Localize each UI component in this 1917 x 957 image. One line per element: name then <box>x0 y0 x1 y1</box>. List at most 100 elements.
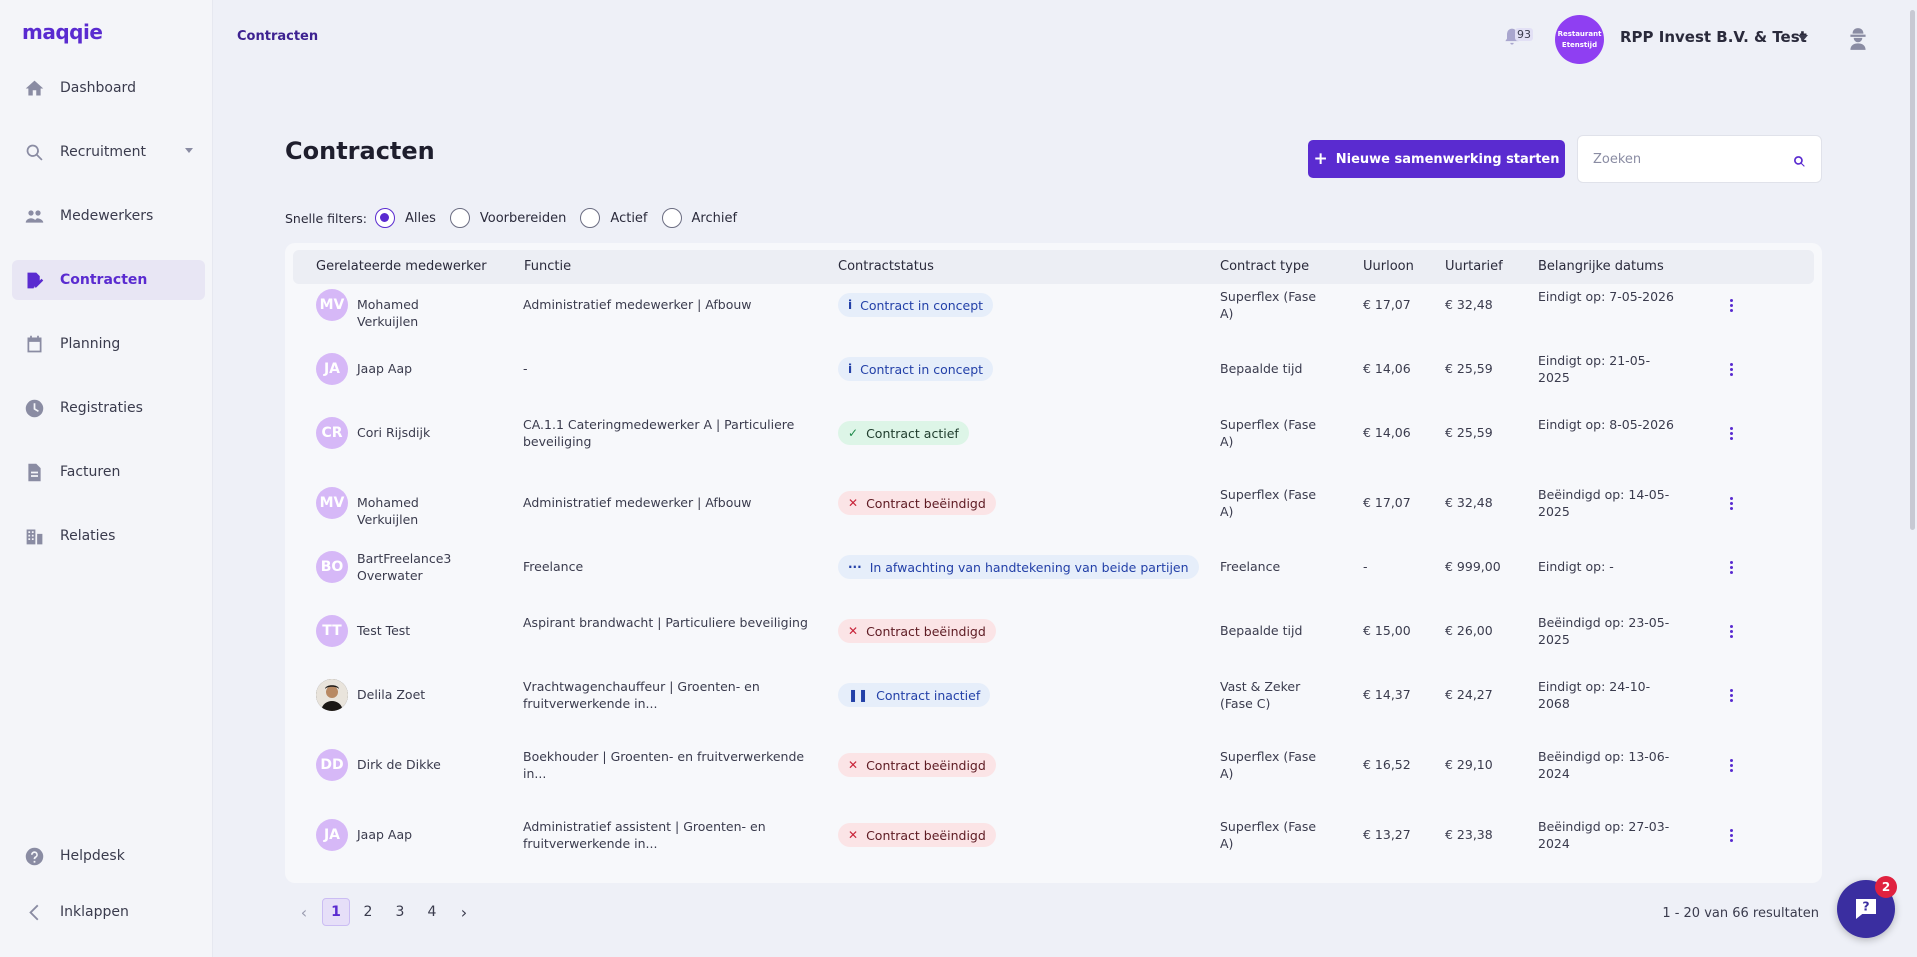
status-wait-icon: ··· <box>848 560 862 574</box>
chevron-left-icon <box>22 900 46 924</box>
hourly-rate-cell: € 23,38 <box>1445 827 1493 842</box>
hourly-wage-cell: € 17,07 <box>1363 297 1411 312</box>
filter-voorbereiden-radio[interactable]: Voorbereiden <box>449 208 567 228</box>
status-label: Contract actief <box>866 425 959 441</box>
status-label: Contract beëindigd <box>866 757 986 773</box>
avatar: JA <box>316 819 348 851</box>
filter-archief-radio[interactable]: Archief <box>661 208 737 228</box>
sidebar-item-helpdesk[interactable]: Helpdesk <box>12 836 205 876</box>
employee-name[interactable]: Jaap Aap <box>357 360 467 377</box>
dates-cell: Beëindigd op: 27-03-2024 <box>1538 819 1670 851</box>
row-menu-icon[interactable] <box>1725 296 1737 314</box>
sidebar-item-relaties[interactable]: Relaties <box>12 516 205 556</box>
employee-name[interactable]: Test Test <box>357 622 467 639</box>
hourly-wage-cell: € 15,00 <box>1363 623 1411 638</box>
pagination: ‹ 1 2 3 4 › <box>290 898 482 926</box>
sidebar-item-medewerkers[interactable]: Medewerkers <box>12 196 205 236</box>
search-icon <box>22 140 46 164</box>
employee-name[interactable]: Cori Rijsdijk <box>357 424 467 441</box>
employee-name[interactable]: Jaap Aap <box>357 826 467 843</box>
status-badge: ✕ Contract beëindigd <box>838 753 996 777</box>
row-menu-icon[interactable] <box>1725 558 1737 576</box>
sidebar-item-planning[interactable]: Planning <box>12 324 205 364</box>
table-row[interactable]: CR Cori Rijsdijk CA.1.1 Cateringmedewerker… <box>285 401 1822 465</box>
employee-name[interactable]: Mohamed Verkuijlen <box>357 296 467 330</box>
table-row[interactable]: BO BartFreelance3 Overwater Freelance ··· In… <box>285 535 1822 599</box>
org-avatar[interactable]: Restaurant Etenstijd <box>1555 15 1604 64</box>
avatar: MV <box>316 487 348 519</box>
column-header-status[interactable]: Contractstatus <box>838 259 934 274</box>
filter-label: Voorbereiden <box>479 210 567 226</box>
row-menu-icon[interactable] <box>1725 424 1737 442</box>
row-menu-icon[interactable] <box>1725 756 1737 774</box>
sidebar-item-registraties[interactable]: Registraties <box>12 388 205 428</box>
employee-name[interactable]: BartFreelance3 Overwater <box>357 550 467 584</box>
column-header-dates[interactable]: Belangrijke datums <box>1538 259 1664 274</box>
row-menu-icon[interactable] <box>1725 686 1737 704</box>
logo[interactable]: maqqie <box>22 20 103 44</box>
column-header-hourly-rate[interactable]: Uurtarief <box>1445 259 1503 274</box>
sidebar-item-contracten[interactable]: Contracten <box>12 260 205 300</box>
table-row[interactable]: JA Jaap Aap - i Contract in concept Bepaalde … <box>285 337 1822 401</box>
status-badge: ✓ Contract actief <box>838 421 969 445</box>
employee-name[interactable]: Mohamed Verkuijlen <box>357 494 467 528</box>
hourly-wage-cell: € 16,52 <box>1363 757 1411 772</box>
sidebar-item-label: Planning <box>60 336 121 352</box>
table-row[interactable]: MV Mohamed Verkuijlen Administratief medew… <box>285 273 1822 337</box>
filter-label: Alles <box>404 210 436 226</box>
radio-dot <box>661 208 682 228</box>
avatar: MV <box>316 289 348 321</box>
column-header-employee[interactable]: Gerelateerde medewerker <box>316 259 487 274</box>
page-2-button[interactable]: 2 <box>354 898 382 926</box>
filter-alles-radio[interactable]: Alles <box>374 208 436 228</box>
new-collaboration-button[interactable]: + Nieuwe samenwerking starten <box>1308 140 1565 178</box>
hourly-rate-cell: € 29,10 <box>1445 757 1493 772</box>
row-menu-icon[interactable] <box>1725 622 1737 640</box>
breadcrumb[interactable]: Contracten <box>237 29 318 44</box>
home-icon <box>22 76 46 100</box>
table-row[interactable]: MV Mohamed Verkuijlen Administratief medew… <box>285 471 1822 535</box>
table-row[interactable]: TT Test Test Aspirant brandwacht | Particu… <box>285 599 1822 663</box>
filter-actief-radio[interactable]: Actief <box>580 208 648 228</box>
page-3-button[interactable]: 3 <box>386 898 414 926</box>
row-menu-icon[interactable] <box>1725 494 1737 512</box>
chevron-left-icon[interactable]: ‹ <box>290 898 318 926</box>
status-actief-icon: ✓ <box>848 426 859 440</box>
page-4-button[interactable]: 4 <box>418 898 446 926</box>
column-header-contract-type[interactable]: Contract type <box>1220 259 1309 274</box>
table-row[interactable]: DD Dirk de Dikke Boekhouder | Groenten- en… <box>285 733 1822 797</box>
search-input[interactable] <box>1593 151 1783 167</box>
status-label: Contract in concept <box>860 361 984 377</box>
column-header-hourly-wage[interactable]: Uurloon <box>1363 259 1414 274</box>
status-badge: ✕ Contract beëindigd <box>838 823 996 847</box>
new-collaboration-label: Nieuwe samenwerking starten <box>1335 151 1560 167</box>
row-menu-icon[interactable] <box>1725 360 1737 378</box>
table-row[interactable]: Delila Zoet Vrachtwagenchauffeur | Groent… <box>285 663 1822 727</box>
employee-name[interactable]: Delila Zoet <box>357 686 467 703</box>
org-name[interactable]: RPP Invest B.V. & Test <box>1620 28 1807 46</box>
row-menu-icon[interactable] <box>1725 826 1737 844</box>
sidebar-item-label: Facturen <box>60 464 121 480</box>
contract-type-cell: Superflex (Fase A) <box>1220 417 1317 449</box>
sidebar-item-recruitment[interactable]: Recruitment <box>12 132 205 172</box>
search-icon[interactable] <box>1793 153 1807 167</box>
employee-name[interactable]: Dirk de Dikke <box>357 756 467 773</box>
sidebar-item-label: Relaties <box>60 528 116 544</box>
page-scrollbar[interactable] <box>1910 10 1915 530</box>
page-1-button[interactable]: 1 <box>322 898 350 926</box>
sidebar-collapse-button[interactable]: Inklappen <box>12 892 205 932</box>
dates-cell: Beëindigd op: 14-05-2025 <box>1538 487 1670 519</box>
hourly-wage-cell: € 13,27 <box>1363 827 1411 842</box>
dates-cell: Eindigt op: 21-05-2025 <box>1538 353 1651 385</box>
hourly-wage-cell: € 17,07 <box>1363 495 1411 510</box>
sidebar-item-label: Helpdesk <box>60 848 125 864</box>
user-icon[interactable] <box>1845 25 1871 53</box>
contract-type-cell: Superflex (Fase A) <box>1220 487 1317 519</box>
caret-down-icon[interactable] <box>1798 35 1808 41</box>
sidebar-item-dashboard[interactable]: Dashboard <box>12 68 205 108</box>
column-header-function[interactable]: Functie <box>524 259 571 274</box>
dates-cell: Eindigt op: 8-05-2026 <box>1538 417 1674 432</box>
sidebar-item-facturen[interactable]: Facturen <box>12 452 205 492</box>
chevron-right-icon[interactable]: › <box>450 898 478 926</box>
table-row[interactable]: JA Jaap Aap Administratief assistent | Gro… <box>285 803 1822 867</box>
